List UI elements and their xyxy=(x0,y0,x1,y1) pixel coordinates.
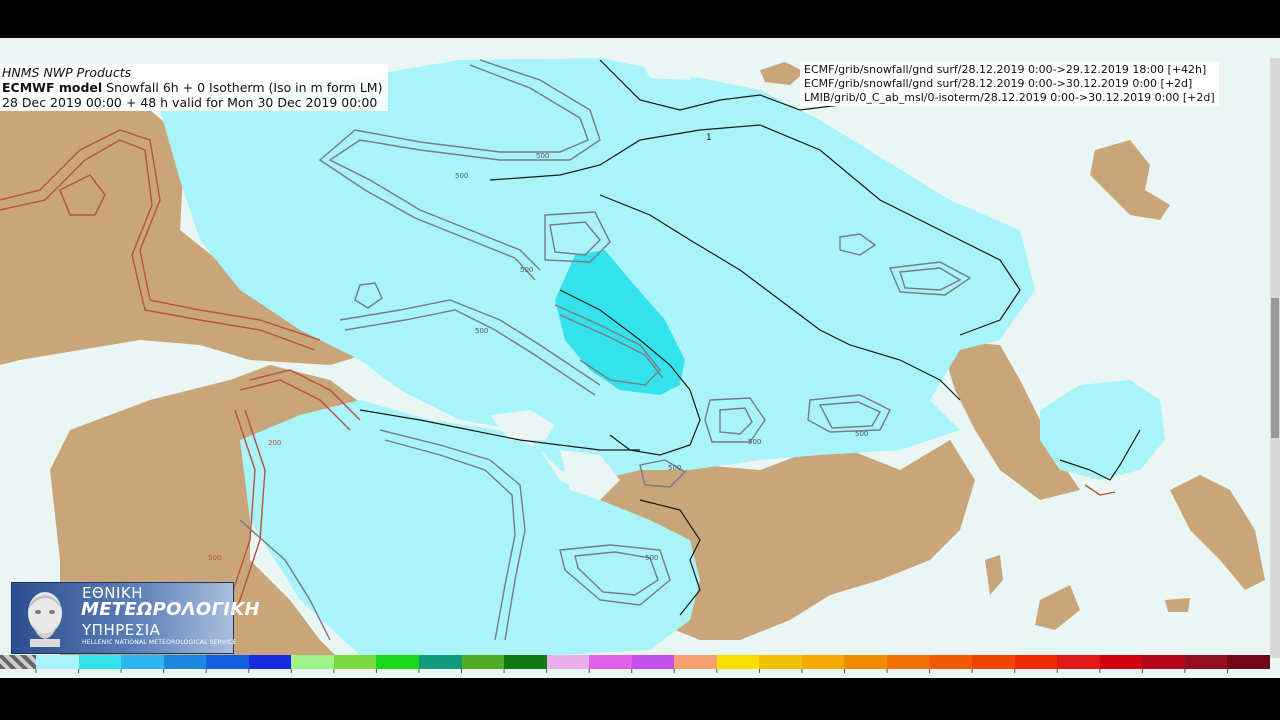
colorbar-cell xyxy=(376,655,420,669)
scrollbar-thumb[interactable] xyxy=(1271,298,1279,438)
contour-label: 500 xyxy=(520,266,533,274)
contour-label: 500 xyxy=(668,464,681,472)
model-description: ECMWF model Snowfall 6h + 0 Isotherm (Is… xyxy=(2,80,382,95)
colorbar-cell xyxy=(1099,655,1143,669)
colorbar-cell xyxy=(206,655,250,669)
colorbar-cell xyxy=(759,655,803,669)
valid-time: 28 Dec 2019 00:00 + 48 h valid for Mon 3… xyxy=(2,95,378,110)
colorbar-cell xyxy=(716,655,760,669)
colorbar-cell xyxy=(333,655,377,669)
product-title: HNMS NWP Products xyxy=(2,65,132,80)
source-line-1: ECMF/grib/snowfall/gnd surf/28.12.2019 0… xyxy=(804,63,1207,76)
colorbar-cell xyxy=(78,655,122,669)
colorbar-cell xyxy=(1057,655,1101,669)
source-line-2: ECMF/grib/snowfall/gnd surf/28.12.2019 0… xyxy=(804,77,1193,90)
colorbar-cell xyxy=(1227,655,1271,669)
colorbar-cell xyxy=(929,655,973,669)
title-box: HNMS NWP Products ECMWF model Snowfall 6… xyxy=(0,64,389,111)
contour-label: 500 xyxy=(748,438,761,446)
contour-label: 500 xyxy=(855,430,868,438)
colorbar-cell xyxy=(504,655,548,669)
colorbar-cell xyxy=(589,655,633,669)
vertical-scrollbar[interactable] xyxy=(1270,58,1280,658)
contour-label: 200 xyxy=(268,439,281,447)
logo-text-service: ΥΠΗΡΕΣΙΑ xyxy=(82,621,161,639)
colorbar-cell xyxy=(121,655,165,669)
field-description: Snowfall 6h + 0 Isotherm (Iso in m form … xyxy=(102,80,383,95)
colorbar-cell xyxy=(461,655,505,669)
colorbar-cell xyxy=(972,655,1016,669)
colorbar-cell xyxy=(291,655,335,669)
contour-label: 500 xyxy=(208,554,221,562)
contour-label: 500 xyxy=(475,327,488,335)
source-box: ECMF/grib/snowfall/gnd surf/28.12.2019 0… xyxy=(800,62,1219,106)
colorbar-cell xyxy=(631,655,675,669)
colorbar-cell xyxy=(887,655,931,669)
colorbar-cell xyxy=(674,655,718,669)
colorbar-cell xyxy=(1142,655,1186,669)
bust-icon xyxy=(28,592,62,647)
colorbar-cell xyxy=(1014,655,1058,669)
contour-label: 500 xyxy=(536,152,549,160)
contour-label: 500 xyxy=(645,554,658,562)
colorbar-no-data-cell xyxy=(0,655,36,669)
colorbar-cell xyxy=(801,655,845,669)
colorbar-cell xyxy=(36,655,80,669)
colorbar-cell xyxy=(163,655,207,669)
contour-label: 1 xyxy=(706,133,712,143)
land-island-4 xyxy=(1165,598,1190,612)
colorbar-ticks xyxy=(35,669,1228,673)
colorbar-cell xyxy=(546,655,590,669)
colorbar-cell xyxy=(844,655,888,669)
contour-label: 500 xyxy=(455,172,468,180)
hnms-logo: ΕΘΝΙΚΗ ΜΕΤΕΩΡΟΛΟΓΙΚΗ ΥΠΗΡΕΣΙΑ HELLENIC N… xyxy=(11,582,260,654)
model-name: ECMWF model xyxy=(2,80,103,95)
colorbar-cell xyxy=(248,655,292,669)
snowfall-colorbar xyxy=(0,655,1280,673)
colorbar-cell xyxy=(1184,655,1228,669)
colorbar-cell xyxy=(418,655,462,669)
logo-text-english: HELLENIC NATIONAL METEOROLOGICAL SERVICE xyxy=(82,639,237,646)
logo-text-meteorological: ΜΕΤΕΩΡΟΛΟΓΙΚΗ xyxy=(81,599,260,620)
source-line-3: LMIB/grib/0_C_ab_msl/0-isoterm/28.12.201… xyxy=(804,91,1215,104)
